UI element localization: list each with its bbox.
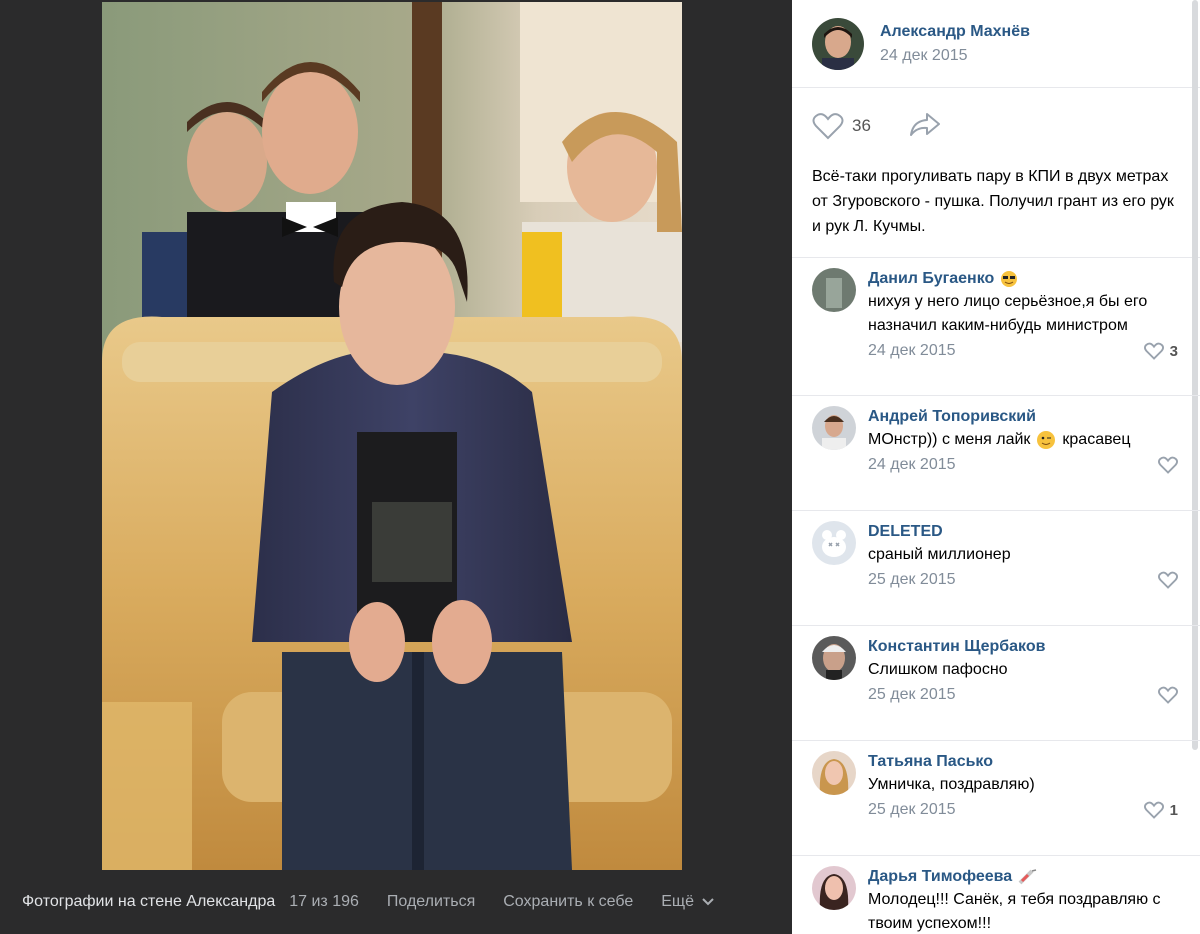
post-text: Всё-таки прогуливать пару в КПИ в двух м… [792,164,1200,258]
comment-avatar[interactable] [812,406,856,450]
comment: Дарья Тимофеева Молодец!!! Санёк, я тебя… [792,856,1200,934]
post-sidebar: Александр Махнёв 24 дек 2015 36 Всё-таки… [792,0,1200,934]
comment: Данил Бугаенко нихуя у него лицо серьёзн… [792,258,1200,396]
chevron-down-icon [702,898,715,906]
comment-like-count: 1 [1169,801,1178,819]
post-actions: 36 [792,88,1200,164]
heart-icon [812,113,844,140]
post-date[interactable]: 24 дек 2015 [880,47,1030,65]
comment-like-button[interactable]: 1 [1143,801,1178,819]
comment: DELETED сраный миллионер 25 дек 2015 [792,511,1200,626]
comment-author[interactable]: Татьяна Пасько [868,751,1180,773]
comment-like-button[interactable]: 3 [1143,342,1178,360]
comment: Андрей Топоривский МОнстр)) с меня лайк к… [792,396,1200,511]
heart-icon [1143,801,1164,819]
comment-text: сраный миллионер [868,546,1011,563]
comment-text: МОнстр)) с меня лайк [868,431,1031,448]
comment-like-count: 3 [1169,342,1178,360]
comment-date[interactable]: 25 дек 2015 [868,682,1180,708]
photo-counter: 17 из 196 [289,893,359,910]
photo[interactable] [102,2,682,870]
comment-avatar[interactable] [812,268,856,312]
comment-avatar[interactable] [812,866,856,910]
like-count: 36 [852,116,871,135]
comment-author[interactable]: DELETED [868,521,1180,543]
post-author-name[interactable]: Александр Махнёв [880,23,1030,41]
syringe-emoji-icon [1018,869,1037,885]
comment-text-end: красавец [1062,431,1131,448]
comment: Татьяна Пасько Умничка, поздравляю) 25 д… [792,741,1200,856]
comment-author[interactable]: Андрей Топоривский [868,406,1180,428]
comment-like-button[interactable] [1158,456,1178,474]
share-arrow-icon [909,112,940,136]
heart-icon [1158,571,1178,589]
comment-date[interactable]: 24 дек 2015 [868,452,1180,478]
like-button[interactable]: 36 [812,112,871,140]
share-button[interactable] [909,111,941,142]
comment-author[interactable]: Константин Щербаков [868,636,1180,658]
comment-author[interactable]: Данил Бугаенко [868,270,994,287]
comment: Константин Щербаков Слишком пафосно 25 д… [792,626,1200,741]
comment-like-button[interactable] [1158,686,1178,704]
comment-avatar[interactable] [812,636,856,680]
comment-like-button[interactable] [1158,571,1178,589]
wink-emoji-icon [1037,430,1056,449]
comment-author[interactable]: Дарья Тимофеева [868,868,1012,885]
photo-pane: Фотографии на стене Александра 17 из 196… [0,0,792,934]
more-menu[interactable]: Ещё [661,893,715,911]
comment-date[interactable]: 24 дек 2015 [868,338,1180,364]
more-label: Ещё [661,893,694,910]
save-link[interactable]: Сохранить к себе [503,893,633,911]
viewer-bottom-bar: Фотографии на стене Александра 17 из 196… [0,870,792,934]
heart-icon [1143,342,1164,360]
album-title-link[interactable]: Фотографии на стене Александра [22,893,275,911]
post-header: Александр Махнёв 24 дек 2015 [792,0,1200,88]
share-link[interactable]: Поделиться [387,893,475,911]
heart-icon [1158,686,1178,704]
comment-date[interactable]: 25 дек 2015 [868,797,1180,823]
comment-avatar[interactable] [812,751,856,795]
comment-text: нихуя у него лицо серьёзное,я бы его наз… [868,293,1148,334]
author-avatar[interactable] [812,17,864,70]
comment-text: Слишком пафосно [868,661,1008,678]
comment-text: Молодец!!! Санёк, я тебя поздравляю с тв… [868,891,1161,932]
comment-text: Умничка, поздравляю) [868,776,1035,793]
comment-date[interactable]: 25 дек 2015 [868,567,1180,593]
heart-icon [1158,456,1178,474]
deleted-user-avatar [812,521,856,565]
photo-viewer: Фотографии на стене Александра 17 из 196… [0,0,1200,934]
sunglasses-emoji-icon [1001,270,1018,287]
